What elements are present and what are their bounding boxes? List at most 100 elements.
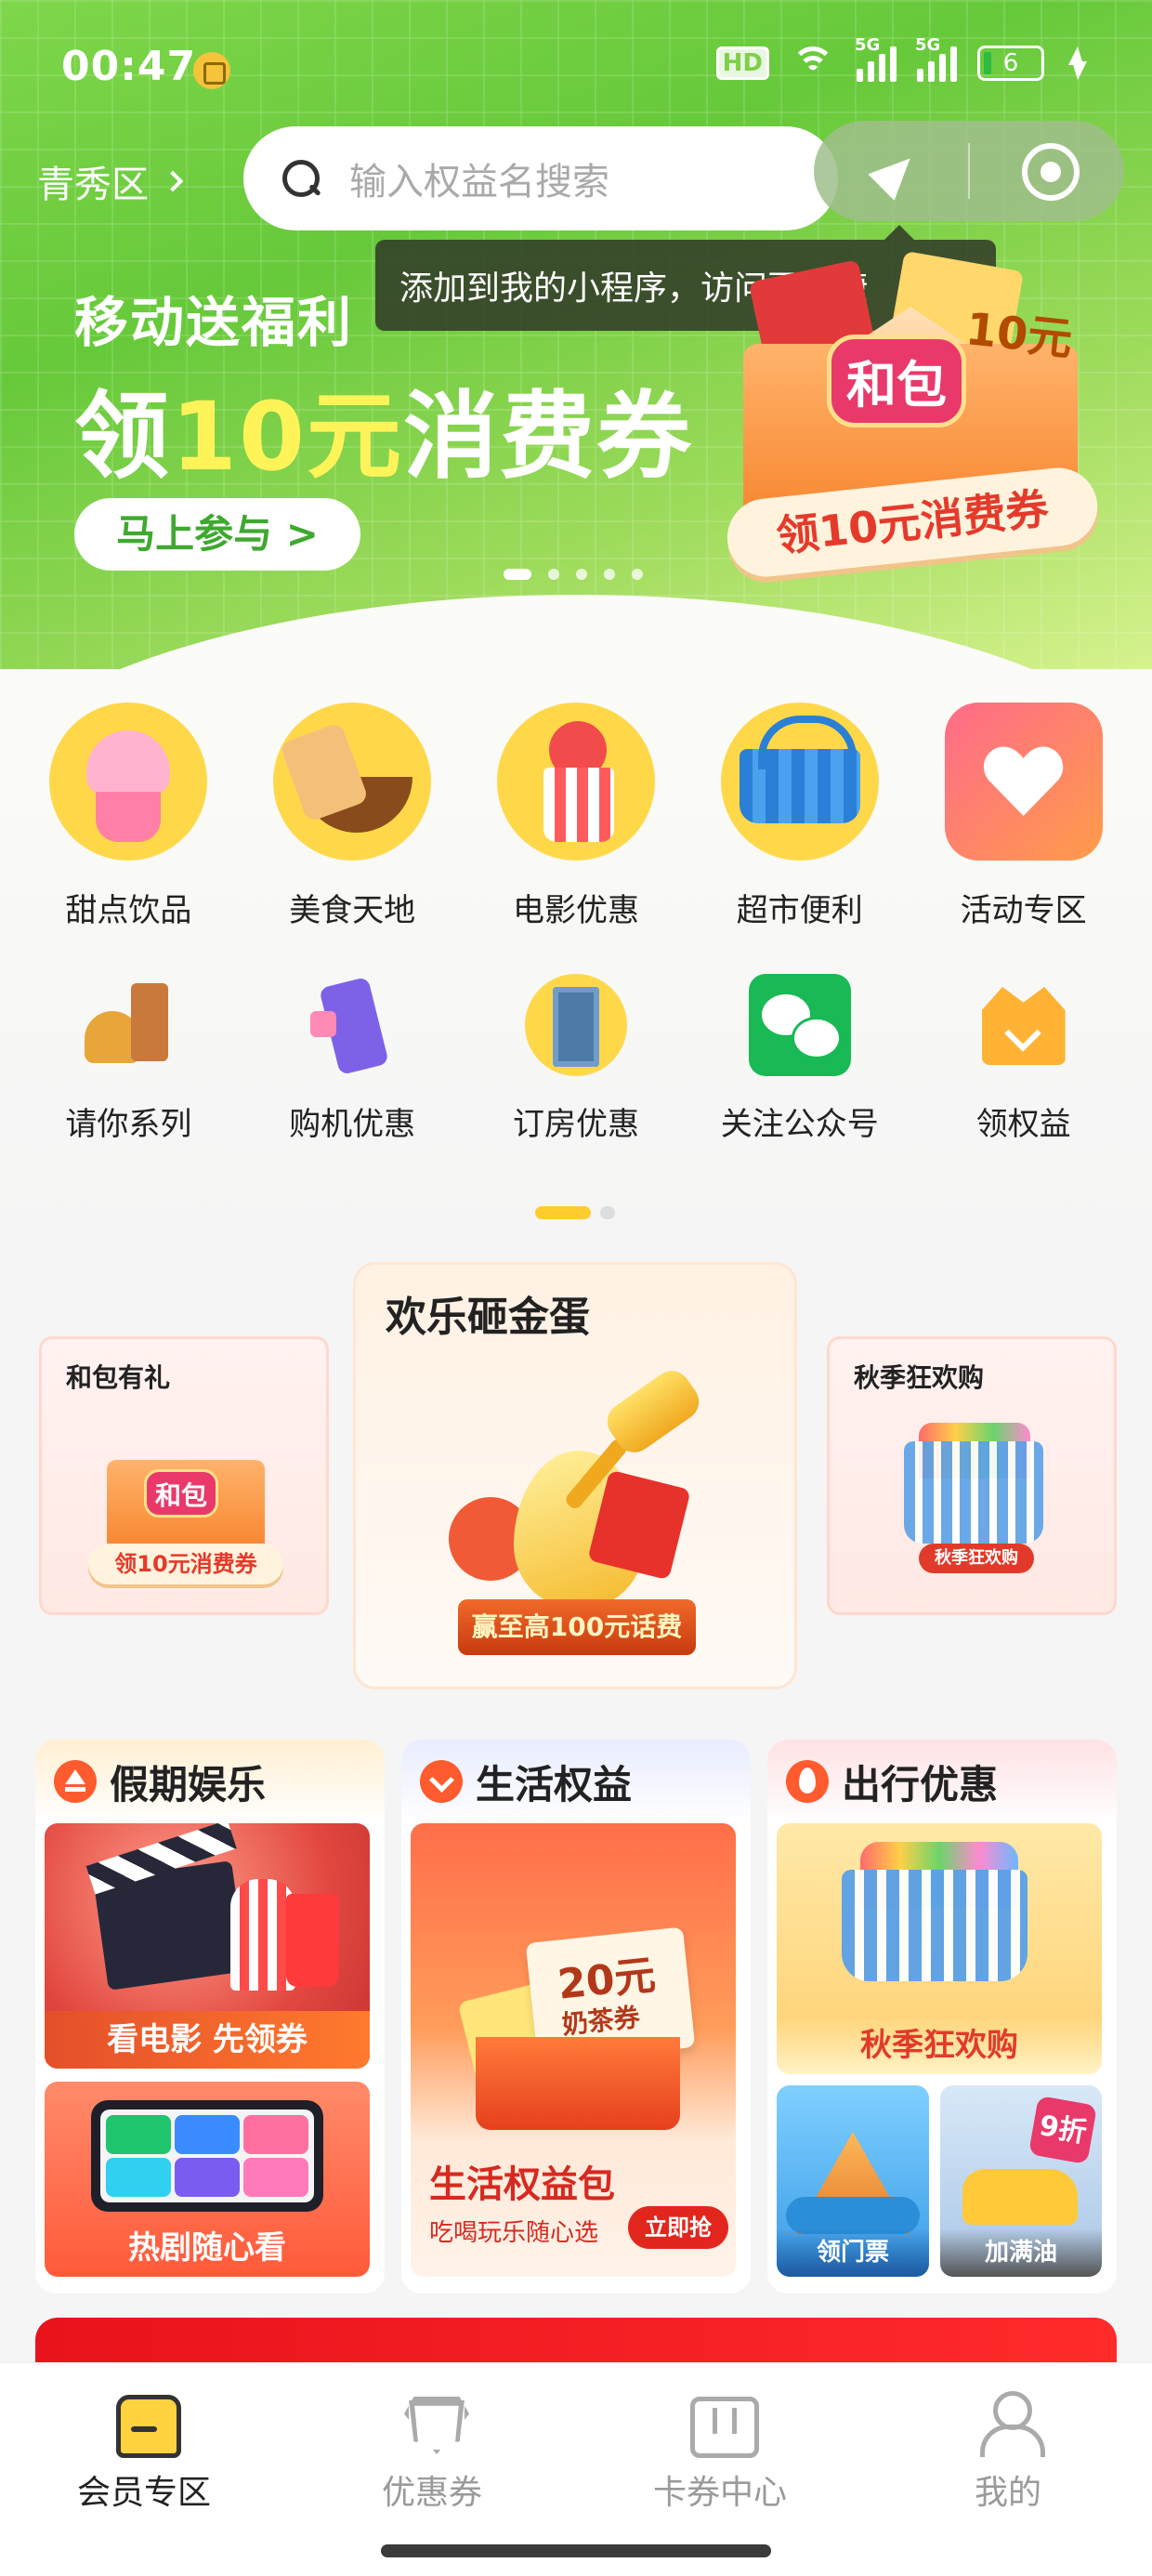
movie-coupon-tile[interactable]: 看电影 先领券 [45, 1823, 370, 2069]
category-label: 超市便利 [736, 892, 863, 929]
life-pack-subtitle: 吃喝玩乐随心选 [429, 2219, 599, 2247]
category-hotel[interactable]: 订房优惠 [474, 974, 678, 1144]
banner-dot [548, 569, 559, 580]
category-supermarket[interactable]: 超市便利 [698, 703, 902, 930]
section-title: 假期娱乐 [110, 1761, 267, 1807]
hebao-gift-card[interactable]: 和包有礼 和包 领10元消费券 [39, 1336, 329, 1615]
charging-icon [1065, 45, 1087, 82]
category-wechat[interactable]: 关注公众号 [698, 974, 902, 1144]
crown-icon [973, 974, 1075, 1076]
clapperboard-icon [93, 1860, 247, 1991]
section-header: 生活权益 [401, 1740, 751, 1823]
wifi-icon [790, 45, 836, 82]
tab-coupons[interactable]: 优惠券 [288, 2363, 576, 2524]
dessert-icon [49, 703, 208, 861]
hebao-illustration: 和包 领10元消费券 [79, 1423, 293, 1590]
tile-caption: 看电影 先领券 [45, 2011, 370, 2069]
category-dessert[interactable]: 甜点饮品 [26, 703, 230, 930]
category-rights[interactable]: 领权益 [922, 974, 1126, 1144]
diamond-icon [399, 2387, 465, 2454]
search-input[interactable]: 输入权益名搜索 [349, 151, 609, 205]
treat-icon [77, 974, 179, 1076]
promo-banner[interactable]: 00:47 HD 5G 5G 6 青秀区 输入权益名搜索 添加到我的小程序，访问… [0, 0, 1152, 669]
home-indicator-area [0, 2524, 1152, 2576]
category-label: 购机优惠 [289, 1106, 416, 1143]
promo-art-amount: 10元 [962, 303, 1075, 366]
status-bar: 00:47 HD 5G 5G 6 [0, 0, 1152, 139]
shopping-cart-icon [904, 1441, 1043, 1544]
autumn-sale-tile[interactable]: 秋季狂欢购 [777, 1823, 1102, 2074]
bottom-tab-bar: 会员专区 优惠券 卡券中心 我的 [0, 2362, 1152, 2524]
home-indicator[interactable] [381, 2544, 771, 2557]
category-activity[interactable]: 活动专区 [922, 703, 1126, 930]
card-ribbon: 赢至高100元话费 [458, 1599, 696, 1655]
card-title: 秋季狂欢购 [854, 1362, 985, 1393]
life-pack-tile[interactable]: 20元 奶茶券 生活权益包 吃喝玩乐随心选 立即抢 [411, 1823, 736, 2277]
tile-caption: 加满油 [940, 2228, 1102, 2277]
category-label: 订房优惠 [512, 1106, 639, 1143]
category-movie[interactable]: 电影优惠 [474, 703, 678, 930]
grab-now-button[interactable]: 立即抢 [628, 2206, 728, 2249]
miniprogram-capsule [814, 121, 1124, 221]
tab-label: 我的 [974, 2474, 1041, 2512]
category-pagination [535, 1206, 615, 1219]
search-bar[interactable]: 输入权益名搜索 [243, 126, 838, 230]
tab-member-zone[interactable]: 会员专区 [0, 2363, 288, 2524]
section-holiday-entertainment: 假期娱乐 看电影 先领券 热剧随心看 [35, 1740, 385, 2293]
card-ribbon: 领10元消费券 [88, 1544, 283, 1584]
category-food[interactable]: 美食天地 [250, 703, 454, 930]
section-header: 出行优惠 [767, 1740, 1117, 1823]
autumn-illustration: 秋季狂欢购 [867, 1423, 1080, 1590]
category-label: 活动专区 [960, 892, 1087, 929]
fuel-tile[interactable]: 9折 加满油 [940, 2085, 1102, 2277]
tickets-tile[interactable]: 领门票 [777, 2085, 929, 2277]
supermarket-icon [720, 703, 879, 861]
section-title: 生活权益 [476, 1761, 633, 1807]
flame-icon [786, 1760, 829, 1803]
category-treat[interactable]: 请你系列 [26, 974, 230, 1144]
eject-icon [54, 1760, 97, 1803]
tile-caption: 热剧随心看 [128, 2229, 286, 2267]
stream-app-icon [106, 2158, 171, 2197]
app-grid [100, 2109, 314, 2202]
category-label: 电影优惠 [512, 892, 639, 929]
section-header: 假期娱乐 [35, 1740, 385, 1823]
capsule-divider [968, 143, 970, 199]
phone-icon [301, 974, 403, 1076]
card-ribbon: 秋季狂欢购 [919, 1544, 1034, 1573]
heart-icon [944, 703, 1103, 861]
autumn-sale-card[interactable]: 秋季狂欢购 秋季狂欢购 [827, 1336, 1117, 1615]
category-row-2: 请你系列 购机优惠 订房优惠 关注公众号 领权益 [0, 974, 1152, 1144]
category-label: 领权益 [975, 1106, 1071, 1143]
location-arrow-icon[interactable] [871, 147, 918, 193]
signal-icon: 5G [855, 35, 897, 82]
district-label: 青秀区 [37, 164, 149, 206]
category-phone[interactable]: 购机优惠 [250, 974, 454, 1144]
tile-caption: 秋季狂欢购 [777, 2017, 1102, 2074]
category-label: 美食天地 [289, 892, 416, 929]
member-home-icon [111, 2387, 181, 2458]
banner-dot [632, 569, 643, 580]
section-travel-deals: 出行优惠 秋季狂欢购 领门票 9折 加满油 [767, 1740, 1117, 2293]
promo-illustration: 10元 和包 领10元消费券 [706, 250, 1115, 585]
category-label: 关注公众号 [720, 1106, 879, 1143]
banner-dot [604, 569, 615, 580]
drama-tile[interactable]: 热剧随心看 [45, 2082, 370, 2277]
district-selector[interactable]: 青秀区 [37, 154, 184, 208]
section-title: 出行优惠 [842, 1761, 999, 1807]
tab-card-center[interactable]: 卡券中心 [576, 2363, 864, 2524]
close-miniprogram-icon[interactable] [1022, 143, 1080, 201]
play-app-icon [175, 2115, 240, 2154]
join-now-button[interactable]: 马上参与 > [74, 498, 360, 571]
tab-label: 优惠券 [381, 2474, 482, 2512]
ticket-icon [687, 2387, 759, 2458]
food-icon [273, 703, 432, 861]
golden-egg-card[interactable]: 欢乐砸金蛋 赢至高100元话费 [353, 1262, 797, 1689]
life-pack-title: 生活权益包 [429, 2163, 615, 2206]
hotel-icon [524, 974, 627, 1076]
category-page-dot-active [535, 1206, 591, 1219]
tab-mine[interactable]: 我的 [864, 2363, 1152, 2524]
status-time: 00:47 [61, 43, 197, 90]
chevron-right-icon [162, 170, 184, 192]
discount-badge: 9折 [1028, 2095, 1098, 2165]
